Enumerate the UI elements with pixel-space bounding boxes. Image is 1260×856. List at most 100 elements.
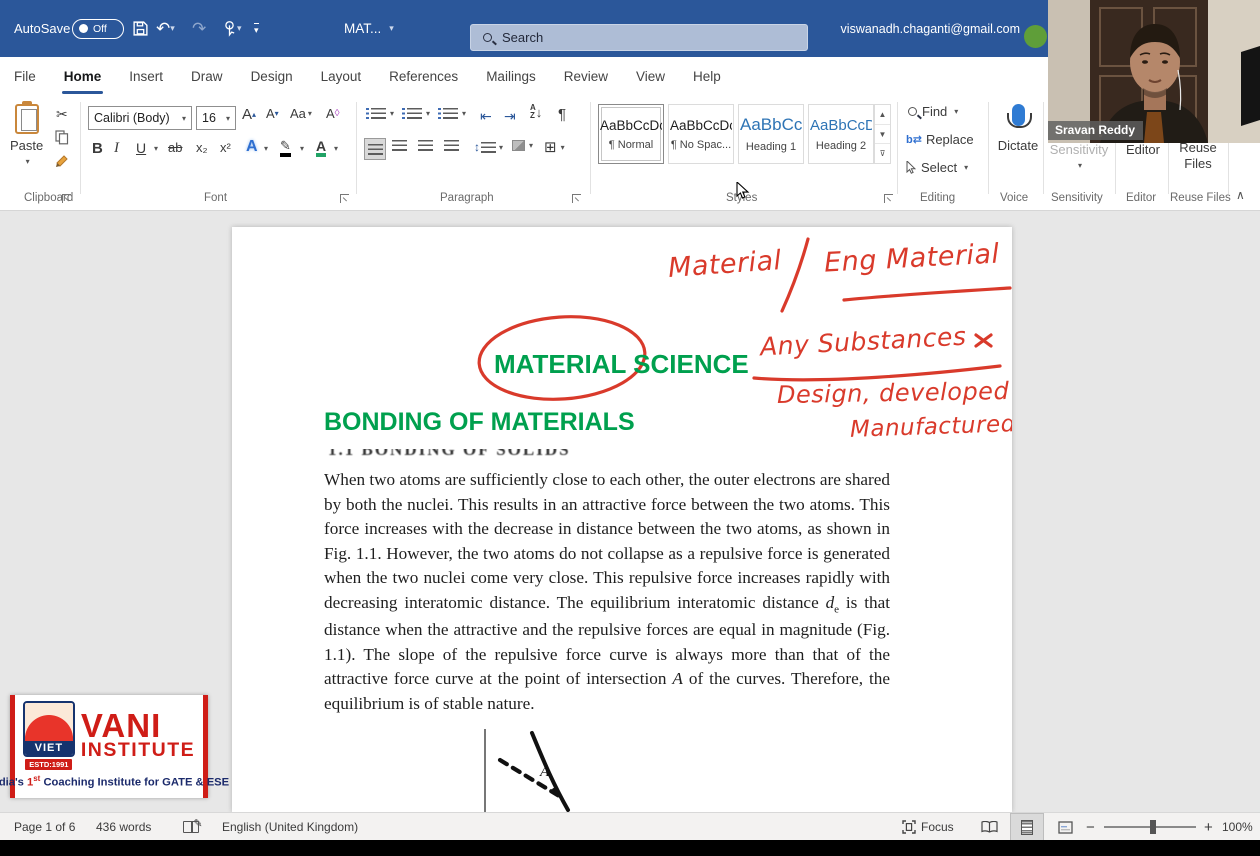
highlight-button[interactable]: ✎	[280, 138, 291, 154]
shrink-font-button[interactable]: A▾	[266, 106, 279, 121]
ribbon-tab-design[interactable]: Design	[237, 57, 307, 96]
page-indicator[interactable]: Page 1 of 6	[14, 813, 75, 841]
language-status[interactable]: English (United Kingdom)	[222, 813, 358, 841]
ribbon-tab-help[interactable]: Help	[679, 57, 735, 96]
highlight-chevron-icon[interactable]: ▾	[300, 144, 304, 153]
redo-button[interactable]: ↷	[192, 0, 206, 57]
replace-button[interactable]: b⇄ Replace	[906, 132, 974, 147]
increase-indent-button[interactable]: ⇥	[504, 108, 516, 125]
editor-button[interactable]: Editor	[1122, 142, 1164, 157]
ribbon-tab-layout[interactable]: Layout	[307, 57, 376, 96]
select-button[interactable]: Select▾	[906, 160, 968, 175]
touch-mode-button[interactable]: ▾	[222, 0, 242, 57]
subscript-button[interactable]: x₂	[196, 140, 208, 155]
customize-toolbar-button[interactable]: ▾	[254, 0, 259, 57]
ribbon-tab-home[interactable]: Home	[50, 57, 116, 96]
save-button[interactable]	[132, 0, 149, 57]
web-layout-button[interactable]	[1048, 813, 1082, 841]
strikethrough-button[interactable]: ab	[168, 140, 182, 155]
zoom-thumb[interactable]	[1150, 820, 1156, 834]
document-title[interactable]: MAT...▾	[344, 0, 394, 57]
ribbon-tab-insert[interactable]: Insert	[115, 57, 177, 96]
undo-button[interactable]: ↶▾	[156, 0, 175, 57]
styles-scroll-up-icon[interactable]: ▲	[875, 105, 890, 125]
clipboard-dialog-launcher[interactable]	[62, 194, 71, 203]
cut-button[interactable]: ✂	[56, 106, 68, 123]
clear-formatting-button[interactable]: A◊	[326, 106, 340, 121]
sensitivity-button[interactable]: Sensitivity ▾	[1048, 142, 1110, 170]
align-center-button[interactable]	[392, 140, 407, 151]
show-paragraph-marks-button[interactable]: ¶	[558, 106, 566, 123]
font-group-label: Font	[204, 192, 227, 204]
font-dialog-launcher[interactable]	[340, 194, 349, 203]
annotation-design-developed: Design, developed	[777, 377, 1010, 409]
styles-scroll-down-icon[interactable]: ▼	[875, 125, 890, 145]
styles-gallery-scroll[interactable]: ▲ ▼ ⊽	[874, 104, 891, 164]
read-mode-button[interactable]	[972, 813, 1006, 841]
style-no-spacing[interactable]: AaBbCcDc ¶ No Spac...	[668, 104, 734, 164]
webcam-overlay[interactable]: Sravan Reddy	[1048, 0, 1260, 143]
format-painter-button[interactable]	[55, 154, 70, 169]
sort-button[interactable]: AZ↓	[530, 104, 542, 120]
word-window: AutoSave Off ↶▾ ↷ ▾ ▾ MAT...▾ Search vis…	[0, 0, 1260, 856]
autosave-toggle[interactable]: Off	[72, 0, 124, 57]
font-size-select[interactable]: 16▾	[196, 106, 236, 130]
italic-button[interactable]: I	[114, 140, 119, 157]
align-left-button[interactable]	[364, 138, 386, 160]
style-heading1[interactable]: AaBbCc Heading 1	[738, 104, 804, 164]
align-right-button[interactable]	[418, 140, 433, 151]
ribbon-tab-file[interactable]: File	[0, 57, 50, 96]
font-color-button[interactable]: A	[316, 138, 326, 154]
ribbon-tab-view[interactable]: View	[622, 57, 679, 96]
collapse-ribbon-button[interactable]: ∧	[1236, 188, 1245, 202]
underline-button[interactable]: U	[136, 140, 146, 156]
print-layout-button[interactable]	[1010, 813, 1044, 841]
ribbon-tab-mailings[interactable]: Mailings	[472, 57, 550, 96]
line-spacing-button[interactable]: ↕▾	[474, 140, 503, 154]
underline-chevron-icon[interactable]: ▾	[154, 144, 158, 153]
zoom-out-button[interactable]: −	[1086, 813, 1095, 841]
text-effects-button[interactable]: A	[246, 138, 258, 156]
style-heading2[interactable]: AaBbCcD Heading 2	[808, 104, 874, 164]
grow-font-button[interactable]: A▴	[242, 106, 256, 123]
logo-tagline: India's 1st Coaching Institute for GATE …	[0, 774, 229, 789]
bullets-button[interactable]: ▾	[366, 108, 394, 119]
borders-button[interactable]: ⊞▾	[544, 138, 565, 156]
zoom-slider[interactable]	[1104, 813, 1196, 841]
multilevel-list-button[interactable]: ▾	[438, 108, 466, 119]
text-effects-chevron-icon[interactable]: ▾	[264, 144, 268, 153]
touch-chevron-icon: ▾	[237, 23, 242, 34]
bold-button[interactable]: B	[92, 140, 103, 157]
reuse-files-button[interactable]: Reuse Files	[1172, 140, 1224, 171]
justify-button[interactable]	[444, 140, 459, 151]
font-color-chevron-icon[interactable]: ▾	[334, 144, 338, 153]
paragraph-dialog-launcher[interactable]	[572, 194, 581, 203]
styles-dialog-launcher[interactable]	[884, 194, 893, 203]
ribbon-tab-draw[interactable]: Draw	[177, 57, 237, 96]
superscript-button[interactable]: x²	[220, 140, 231, 155]
zoom-level[interactable]: 100%	[1222, 813, 1253, 841]
shading-button[interactable]: ▾	[512, 140, 533, 151]
focus-mode-button[interactable]: Focus	[902, 813, 954, 841]
word-count[interactable]: 436 words	[96, 813, 151, 841]
search-input[interactable]: Search	[470, 24, 808, 51]
document-page[interactable]: Material Eng Material Any Substances Des…	[232, 227, 1012, 812]
ribbon-tab-review[interactable]: Review	[550, 57, 622, 96]
numbering-button[interactable]: ▾	[402, 108, 430, 119]
vani-wordmark: VANI	[81, 711, 161, 741]
proofing-status-button[interactable]: ✎	[180, 813, 206, 841]
find-button[interactable]: Find▾	[908, 104, 958, 119]
account-avatar[interactable]	[1024, 25, 1047, 48]
copy-button[interactable]	[55, 130, 69, 145]
styles-gallery-more-icon[interactable]: ⊽	[875, 144, 890, 163]
paste-button[interactable]: Paste ▾	[10, 104, 43, 166]
account-email[interactable]: viswanadh.chaganti@gmail.com	[845, 0, 1020, 57]
viet-label: VIET	[25, 741, 73, 755]
ribbon-tab-references[interactable]: References	[375, 57, 472, 96]
style-normal[interactable]: AaBbCcDc ¶ Normal	[598, 104, 664, 164]
zoom-in-button[interactable]: +	[1204, 813, 1213, 841]
decrease-indent-button[interactable]: ⇤	[480, 108, 492, 125]
font-name-select[interactable]: Calibri (Body)▾	[88, 106, 192, 130]
change-case-button[interactable]: Aa▾	[290, 106, 312, 121]
dictate-button[interactable]: Dictate	[995, 104, 1041, 153]
